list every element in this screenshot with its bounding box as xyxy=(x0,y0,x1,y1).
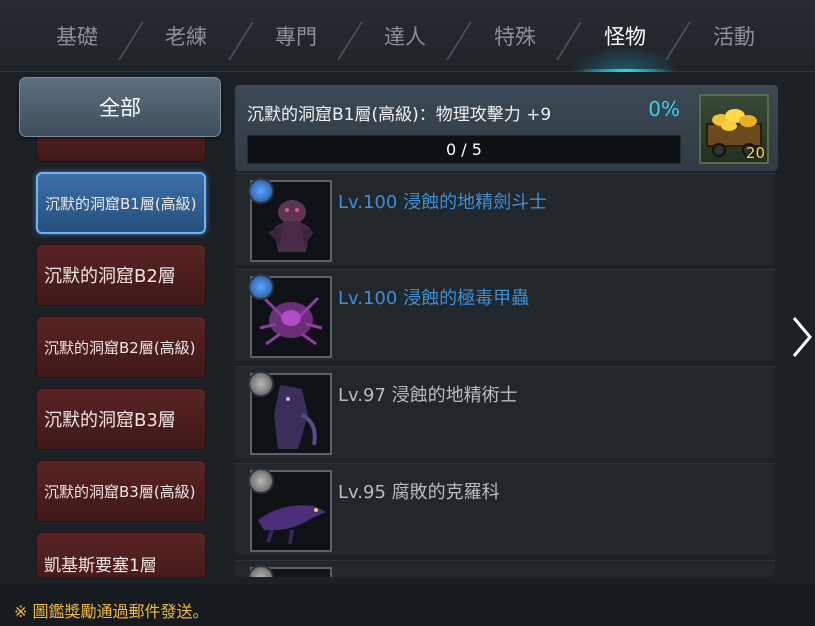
mail-reward-notice: ※ 圖鑑獎勵通過郵件發送。 xyxy=(14,602,209,621)
tab-master[interactable]: 達人 xyxy=(351,0,459,72)
rarity-badge-icon xyxy=(248,178,274,204)
zone-item-b3[interactable]: 沉默的洞窟B3層 xyxy=(36,388,206,450)
monster-portrait xyxy=(248,371,332,455)
category-tab-bar: 基礎 老練 專門 達人 特殊 怪物 活動 xyxy=(0,0,815,72)
monster-name: Lv.100 浸蝕的地精劍斗士 xyxy=(338,192,548,213)
zone-item-b2[interactable]: 沉默的洞窟B2層 xyxy=(36,244,206,306)
collection-progress-panel: 沉默的洞窟B1層(高級)：物理攻擊力 +9 0% 0 / 5 20 xyxy=(235,85,778,171)
zone-item-b3-advanced[interactable]: 沉默的洞窟B3層(高級) xyxy=(36,460,206,522)
monster-name: Lv.100 浸蝕的極毒甲蟲 xyxy=(338,288,530,309)
rarity-badge-icon xyxy=(248,274,274,300)
collection-reward-title: 沉默的洞窟B1層(高級)：物理攻擊力 +9 xyxy=(247,105,552,125)
rarity-badge-icon xyxy=(248,371,274,397)
tab-label: 怪物 xyxy=(604,25,646,49)
progress-count: 0 / 5 xyxy=(446,140,482,159)
collection-percent: 0% xyxy=(648,97,680,121)
tab-label: 達人 xyxy=(384,25,426,49)
zone-label: 沉默的洞窟B2層 xyxy=(44,266,176,287)
list-item[interactable] xyxy=(235,560,775,577)
monster-name: Lv.97 浸蝕的地精術士 xyxy=(338,385,518,406)
tab-expert[interactable]: 專門 xyxy=(242,0,350,72)
tab-label: 特殊 xyxy=(494,25,536,49)
zone-label: 沉默的洞窟B3層 xyxy=(44,410,176,431)
rarity-badge-icon xyxy=(248,468,274,494)
zone-item-b1-advanced[interactable]: 沉默的洞窟B1層(高級) xyxy=(36,172,206,234)
progress-bar: 0 / 5 xyxy=(247,135,681,164)
list-item[interactable]: Lv.97 浸蝕的地精術士 xyxy=(235,366,775,458)
list-item[interactable]: Lv.95 腐敗的克羅科 xyxy=(235,463,775,555)
all-zones-button[interactable]: 全部 xyxy=(19,77,221,137)
tab-label: 老練 xyxy=(165,25,207,49)
tab-event[interactable]: 活動 xyxy=(680,0,788,72)
monster-list: Lv.100 浸蝕的地精劍斗士 Lv.100 浸蝕的極毒甲蟲 Lv.97 浸蝕的… xyxy=(235,173,778,577)
tab-label: 基礎 xyxy=(56,25,98,49)
rarity-badge-icon xyxy=(248,565,274,577)
zone-label: 沉默的洞窟B2層(高級) xyxy=(44,338,196,357)
tab-monster[interactable]: 怪物 xyxy=(571,0,679,72)
tab-active-underline xyxy=(577,69,673,72)
tab-special[interactable]: 特殊 xyxy=(461,0,569,72)
tab-veteran[interactable]: 老練 xyxy=(132,0,240,72)
tab-basic[interactable]: 基礎 xyxy=(23,0,131,72)
reward-quantity: 20 xyxy=(745,144,765,162)
tab-label: 專門 xyxy=(275,25,317,49)
monster-portrait xyxy=(248,565,332,577)
monster-name: Lv.95 腐敗的克羅科 xyxy=(338,482,500,503)
monster-portrait xyxy=(248,468,332,552)
zone-label: 沉默的洞窟B3層(高級) xyxy=(44,482,196,501)
zone-sidebar: 全部 沉默的洞窟B1層(高級) 沉默的洞窟B2層 沉默的洞窟B2層(高級) 沉默… xyxy=(14,72,226,577)
monster-portrait xyxy=(248,274,332,358)
zone-item-b2-advanced[interactable]: 沉默的洞窟B2層(高級) xyxy=(36,316,206,378)
list-item[interactable]: Lv.100 浸蝕的地精劍斗士 xyxy=(235,173,775,265)
reward-item-slot[interactable]: 20 xyxy=(699,94,769,164)
zone-label: 沉默的洞窟B1層(高級) xyxy=(45,194,197,213)
next-page-arrow-icon[interactable] xyxy=(790,312,815,362)
monster-portrait xyxy=(248,178,332,262)
list-item[interactable]: Lv.100 浸蝕的極毒甲蟲 xyxy=(235,269,775,361)
zone-label: 凱基斯要塞1層 xyxy=(44,555,157,576)
zone-item-kaikis-1[interactable]: 凱基斯要塞1層 xyxy=(36,532,206,577)
footer-bar: ※ 圖鑑獎勵通過郵件發送。 xyxy=(0,584,815,626)
tab-label: 活動 xyxy=(713,25,755,49)
all-zones-label: 全部 xyxy=(99,96,141,120)
